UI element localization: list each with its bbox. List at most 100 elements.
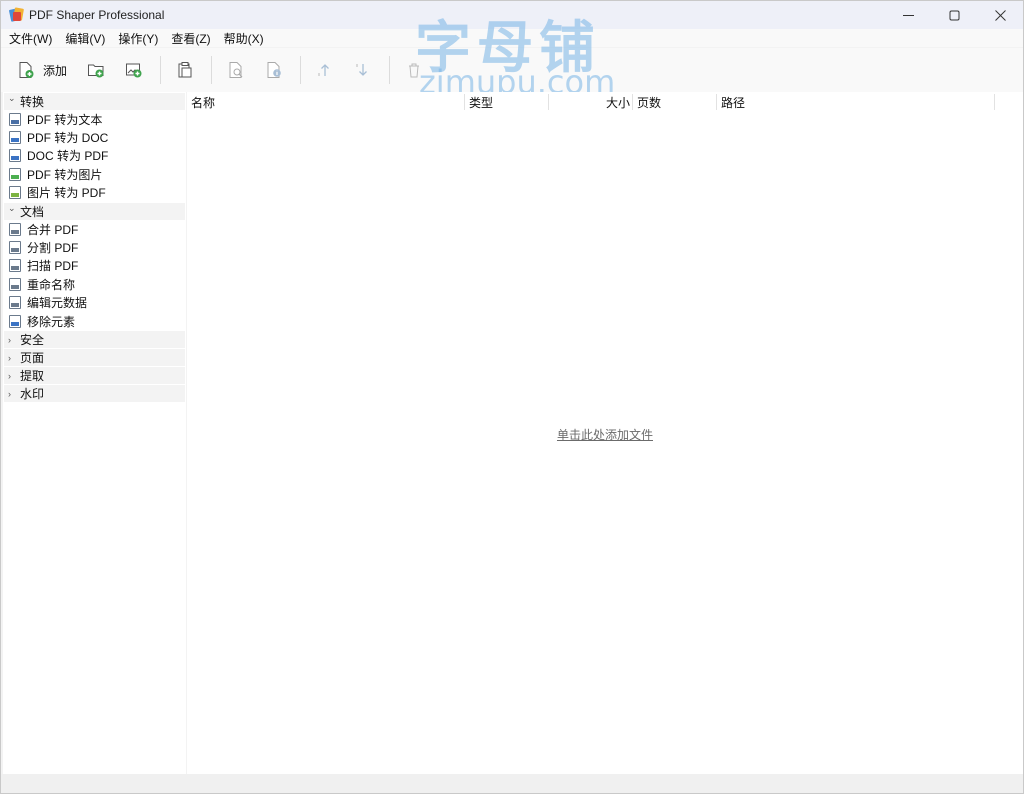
toolbar: 添加 <box>1 48 1023 92</box>
toolbar-divider <box>211 56 213 84</box>
add-image-icon <box>126 63 142 78</box>
sidebar-group-header[interactable]: › 安全 <box>4 331 185 349</box>
sidebar-item-label: PDF 转为图片 <box>27 167 103 182</box>
sidebar-item[interactable]: 分割 PDF <box>3 238 186 256</box>
add-image-button[interactable] <box>119 55 149 85</box>
document-icon <box>9 259 21 273</box>
chevron-right-icon: › <box>8 388 11 399</box>
sidebar-item[interactable]: 合并 PDF <box>3 220 186 238</box>
sidebar-item-label: 移除元素 <box>27 314 76 329</box>
file-list[interactable]: 名称 类型 大小 页数 路径 单击此处添加文件 <box>187 92 1023 774</box>
menu-file[interactable]: 文件(W) <box>5 30 56 47</box>
sidebar-group-label: 水印 <box>20 387 45 402</box>
task-sidebar: ⌄ 转换 PDF 转为文本 PDF 转为 DOC DOC 转为 PDF PDF 转为图片图… <box>3 92 186 774</box>
sidebar-item[interactable]: PDF 转为文本 <box>3 110 186 128</box>
sidebar-item-label: 图片 转为 PDF <box>27 186 106 201</box>
app-window: PDF Shaper Professional 文件(W) 编辑(V) 操作(Y… <box>0 0 1024 794</box>
file-list-header: 名称 类型 大小 页数 路径 <box>187 92 995 112</box>
add-folder-icon <box>88 64 104 78</box>
column-pages[interactable]: 页数 <box>633 92 717 112</box>
column-name-label: 名称 <box>191 95 216 110</box>
sidebar-group-label: 提取 <box>20 369 45 384</box>
column-size[interactable]: 大小 <box>549 92 633 112</box>
sidebar-group-header[interactable]: › 页面 <box>4 349 185 367</box>
app-logo-icon <box>8 7 25 23</box>
sidebar-item[interactable]: 重命名称 <box>3 275 186 293</box>
sidebar-item[interactable]: 编辑元数据 <box>3 294 186 312</box>
sidebar-item[interactable]: 图片 转为 PDF <box>3 184 186 202</box>
move-up-icon <box>318 64 329 76</box>
title-bar[interactable]: PDF Shaper Professional <box>1 1 1023 29</box>
move-up-button[interactable] <box>310 55 340 85</box>
add-folder-button[interactable] <box>81 55 111 85</box>
sidebar-group-header[interactable]: › 提取 <box>4 367 185 385</box>
sidebar-item[interactable]: 扫描 PDF <box>3 257 186 275</box>
delete-button[interactable] <box>399 55 429 85</box>
sidebar-group-label: 转换 <box>20 95 45 109</box>
sidebar-group-header[interactable]: ⌄ 文档 <box>4 202 185 220</box>
sidebar-item-label: 合并 PDF <box>27 222 79 237</box>
column-name[interactable]: 名称 <box>187 92 465 112</box>
sidebar-item-label: DOC 转为 PDF <box>27 149 109 164</box>
preview-button[interactable] <box>221 55 251 85</box>
add-file-label: 添加 <box>43 63 68 78</box>
sidebar-item-label: PDF 转为 DOC <box>27 131 109 146</box>
document-icon <box>9 314 21 328</box>
column-type[interactable]: 类型 <box>465 92 549 112</box>
document-search-icon <box>229 62 243 78</box>
document-icon <box>9 131 21 145</box>
clipboard-icon <box>178 62 192 78</box>
document-icon <box>9 222 21 236</box>
sidebar-item[interactable]: PDF 转为图片 <box>3 165 186 183</box>
minimize-icon <box>902 14 914 16</box>
chevron-down-icon: ⌄ <box>8 202 16 213</box>
column-path[interactable]: 路径 <box>717 92 995 112</box>
document-icon <box>9 112 21 126</box>
column-size-label: 大小 <box>605 95 630 110</box>
chevron-right-icon: › <box>8 370 11 381</box>
toolbar-divider <box>300 56 302 84</box>
sidebar-item[interactable]: DOC 转为 PDF <box>3 147 186 165</box>
column-pages-label: 页数 <box>637 95 662 110</box>
sidebar-group-header[interactable]: ⌄ 转换 <box>4 93 185 110</box>
sidebar-item-label: 分割 PDF <box>27 241 79 256</box>
paste-button[interactable] <box>170 55 200 85</box>
trash-icon <box>409 63 420 78</box>
menu-actions[interactable]: 操作(Y) <box>114 30 162 47</box>
column-path-label: 路径 <box>721 95 746 110</box>
document-icon <box>9 167 21 181</box>
sidebar-item-label: 编辑元数据 <box>27 296 88 311</box>
file-info-button[interactable] <box>259 55 289 85</box>
sidebar-group-header[interactable]: › 水印 <box>4 385 185 403</box>
menu-edit[interactable]: 编辑(V) <box>61 30 109 47</box>
document-info-icon <box>267 62 281 78</box>
add-file-icon <box>19 62 34 78</box>
maximize-button[interactable] <box>931 1 977 29</box>
sidebar-item-label: 重命名称 <box>27 277 76 292</box>
move-down-icon <box>356 64 367 76</box>
sidebar-item-label: PDF 转为文本 <box>27 112 103 127</box>
document-icon <box>9 241 21 255</box>
minimize-button[interactable] <box>885 1 931 29</box>
status-bar <box>1 774 1023 793</box>
document-icon <box>9 149 21 163</box>
document-icon <box>9 296 21 310</box>
toolbar-divider <box>160 56 162 84</box>
menu-bar: 文件(W) 编辑(V) 操作(Y) 查看(Z) 帮助(X) <box>1 29 1023 47</box>
move-down-button[interactable] <box>348 55 378 85</box>
sidebar-group-label: 页面 <box>20 351 45 366</box>
add-files-link[interactable]: 单击此处添加文件 <box>187 426 1023 443</box>
sidebar-item[interactable]: PDF 转为 DOC <box>3 128 186 146</box>
column-type-label: 类型 <box>469 95 494 110</box>
document-icon <box>9 186 21 200</box>
menu-help[interactable]: 帮助(X) <box>220 30 268 47</box>
chevron-right-icon: › <box>8 334 11 345</box>
menu-view[interactable]: 查看(Z) <box>167 30 214 47</box>
chevron-down-icon: ⌄ <box>8 93 16 103</box>
add-file-button[interactable]: 添加 <box>11 55 73 85</box>
sidebar-group-label: 文档 <box>20 204 45 219</box>
sidebar-item[interactable]: 移除元素 <box>3 312 186 330</box>
chevron-right-icon: › <box>8 352 11 363</box>
close-button[interactable] <box>977 1 1023 29</box>
toolbar-divider <box>389 56 391 84</box>
